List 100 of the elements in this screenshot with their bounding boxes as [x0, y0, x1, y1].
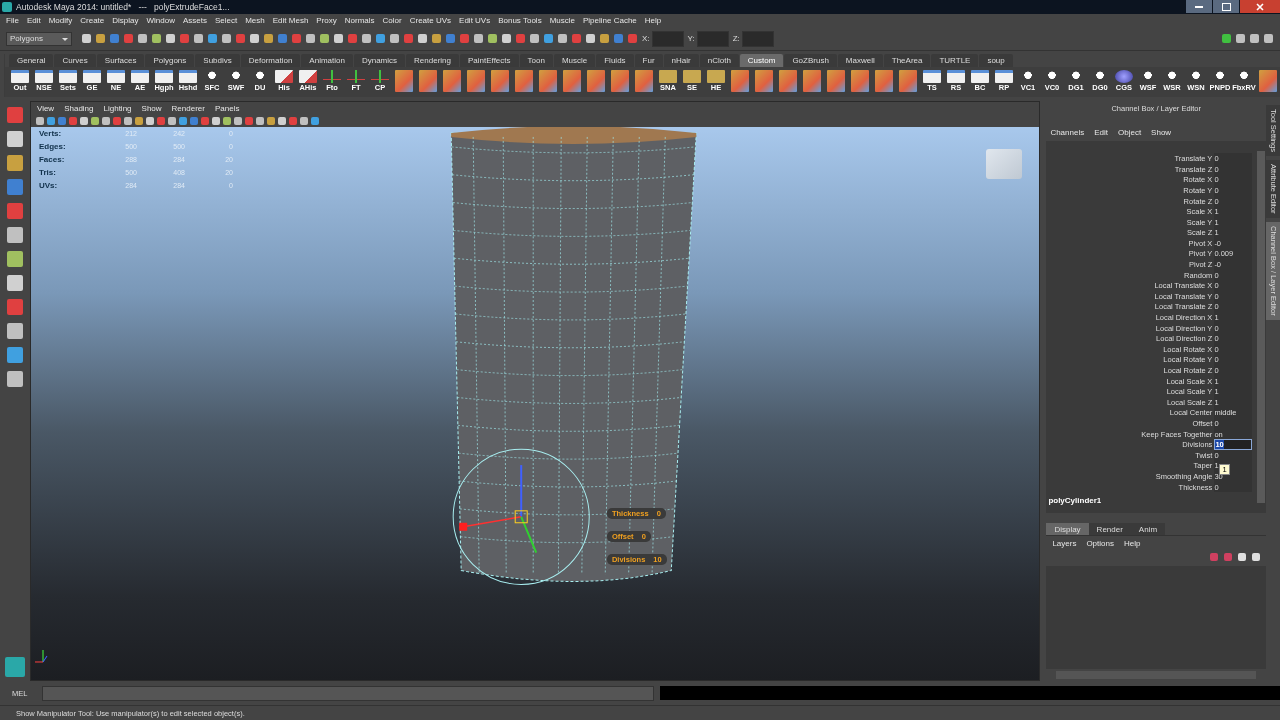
coordinate-field[interactable]	[696, 30, 729, 47]
panel-toggle-button[interactable]	[1234, 31, 1246, 46]
panel-toggle-button[interactable]	[1262, 31, 1274, 46]
tool-button[interactable]	[528, 31, 540, 46]
shelf-tab[interactable]: Deformation	[240, 53, 301, 67]
tool-button[interactable]	[192, 31, 204, 46]
tool-button[interactable]	[220, 31, 232, 46]
menu-item[interactable]: Help	[644, 16, 662, 26]
tool-button[interactable]	[388, 31, 400, 46]
tool-button[interactable]	[318, 31, 330, 46]
shelf-tab[interactable]: General	[9, 53, 54, 67]
tool-button[interactable]	[416, 31, 428, 46]
shelf-tab[interactable]: PaintEffects	[460, 53, 519, 67]
panel-menu-item[interactable]: Renderer	[171, 103, 205, 113]
panel-menu-item[interactable]: Lighting	[103, 103, 132, 113]
menu-item[interactable]: Select	[214, 16, 238, 26]
menu-item[interactable]: Assets	[182, 16, 207, 26]
shelf-tab[interactable]: TURTLE	[931, 53, 979, 67]
shelf-tab[interactable]: Fluids	[596, 53, 634, 67]
tool-button[interactable]	[598, 31, 610, 46]
panel-tool-button[interactable]	[309, 115, 321, 127]
tool-button[interactable]	[472, 31, 484, 46]
close-button[interactable]	[1240, 0, 1280, 14]
panel-tool-button[interactable]	[166, 115, 178, 127]
shelf-tab[interactable]: nCloth	[699, 53, 739, 67]
tool-button[interactable]	[304, 31, 316, 46]
panel-tool-button[interactable]	[276, 115, 288, 127]
menu-item[interactable]: Muscle	[549, 16, 575, 26]
panel-menu-item[interactable]: Layers	[1052, 538, 1077, 548]
tool-button[interactable]	[80, 31, 92, 46]
shelf-tab[interactable]: GoZBrush	[784, 53, 837, 67]
tool-button[interactable]	[430, 31, 442, 46]
menu-item[interactable]: Color	[382, 16, 402, 26]
shelf-tab[interactable]: Maxwell	[837, 53, 883, 67]
menu-item[interactable]: Normals	[344, 16, 375, 26]
layer-editor-tab[interactable]: Display	[1046, 523, 1089, 536]
layer-editor-tab[interactable]: Anim	[1130, 523, 1166, 536]
panel-menu-item[interactable]: Show	[1151, 128, 1172, 138]
scrollbar[interactable]	[1257, 151, 1266, 504]
tool-button[interactable]	[248, 31, 260, 46]
tool-button[interactable]	[374, 31, 386, 46]
shelf-tab[interactable]: Dynamics	[353, 53, 406, 67]
shelf-tab[interactable]: TheArea	[883, 53, 931, 67]
panel-tool-button[interactable]	[122, 115, 134, 127]
shelf-tab[interactable]: Toon	[519, 53, 553, 67]
panel-tool-button[interactable]	[34, 115, 46, 127]
layer-editor-tab[interactable]: Render	[1088, 523, 1131, 536]
panel-menu-item[interactable]: Edit	[1094, 128, 1108, 138]
tool-button[interactable]	[486, 31, 498, 46]
panel-menu-item[interactable]: Panels	[214, 103, 240, 113]
tool-button[interactable]	[150, 31, 162, 46]
shelf-tab[interactable]: Animation	[301, 53, 353, 67]
panel-menu-item[interactable]: Channels	[1050, 128, 1085, 138]
menu-item[interactable]: Edit UVs	[459, 16, 491, 26]
menu-item[interactable]: Create UVs	[409, 16, 452, 26]
shelf-tab[interactable]: Surfaces	[96, 53, 145, 67]
panel-tool-button[interactable]	[144, 115, 156, 127]
tool-button[interactable]	[206, 31, 218, 46]
tool-button[interactable]	[136, 31, 148, 46]
shelf-tab[interactable]: soup	[979, 53, 1013, 67]
panel-tool-button[interactable]	[78, 115, 90, 127]
menu-item[interactable]: Create	[80, 16, 105, 26]
shelf-tab[interactable]: Curves	[54, 53, 96, 67]
tool-button[interactable]	[584, 31, 596, 46]
command-field[interactable]	[42, 685, 654, 701]
panel-tool-button[interactable]	[265, 115, 277, 127]
coordinate-field[interactable]	[741, 30, 774, 47]
panel-tool-button[interactable]	[89, 115, 101, 127]
panel-tool-button[interactable]	[45, 115, 57, 127]
shelf-tab[interactable]: Fur	[634, 53, 663, 67]
tool-button[interactable]	[542, 31, 554, 46]
panel-tool-button[interactable]	[100, 115, 112, 127]
menu-item[interactable]: File	[6, 16, 19, 26]
shelf-tab[interactable]: Rendering	[406, 53, 459, 67]
menu-item[interactable]: Edit	[26, 16, 41, 26]
panel-menu-item[interactable]: Show	[141, 103, 162, 113]
minimize-button[interactable]	[1186, 0, 1212, 14]
panel-tool-button[interactable]	[133, 115, 145, 127]
menu-item[interactable]: Bonus Tools	[498, 16, 542, 26]
panel-menu-item[interactable]: View	[36, 103, 55, 113]
shelf-tab[interactable]: Custom	[739, 53, 784, 67]
shelf-tab[interactable]: Muscle	[553, 53, 596, 67]
tool-button[interactable]	[556, 31, 568, 46]
panel-toggle-button[interactable]	[1248, 31, 1260, 46]
shelf-tab[interactable]: nHair	[663, 53, 699, 67]
panel-tool-button[interactable]	[210, 115, 222, 127]
menu-item[interactable]: Modify	[48, 16, 73, 26]
menu-item[interactable]: Display	[112, 16, 139, 26]
menu-item[interactable]: Window	[146, 16, 175, 26]
maximize-button[interactable]	[1213, 0, 1239, 14]
coordinate-field[interactable]	[651, 30, 684, 47]
panel-tool-button[interactable]	[232, 115, 244, 127]
panel-menu-item[interactable]: Options	[1086, 538, 1114, 548]
panel-toggle-button[interactable]	[1220, 31, 1232, 46]
tool-button[interactable]	[262, 31, 274, 46]
panel-tool-button[interactable]	[221, 115, 233, 127]
tool-button[interactable]	[360, 31, 372, 46]
menu-item[interactable]: Edit Mesh	[272, 16, 309, 26]
panel-tool-button[interactable]	[177, 115, 189, 127]
panel-menu-item[interactable]: Shading	[64, 103, 94, 113]
